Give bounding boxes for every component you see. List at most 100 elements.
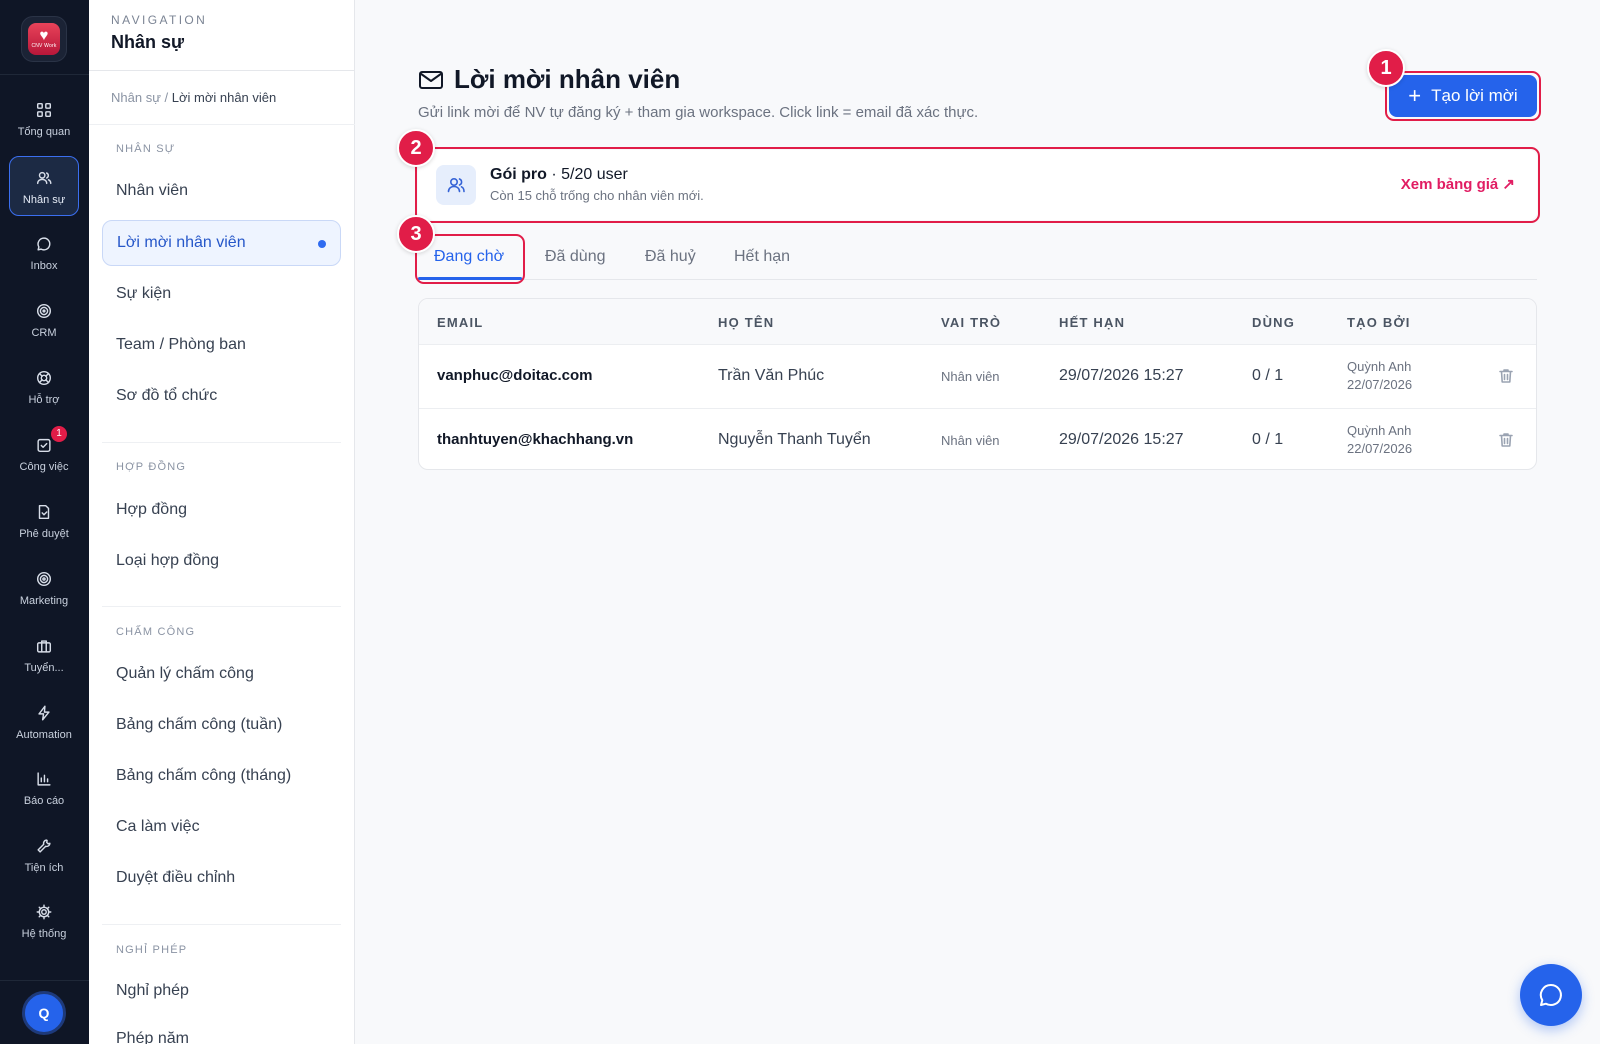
- rail-item-label: Hệ thống: [21, 927, 67, 940]
- created-by-date: 22/07/2026: [1347, 377, 1413, 392]
- rail-item-tien-ich[interactable]: Tiện ích: [9, 824, 79, 884]
- annotation-marker-3: 3: [397, 215, 435, 253]
- trash-icon[interactable]: [1497, 431, 1515, 449]
- divider: [102, 606, 341, 607]
- table-row[interactable]: thanhtuyen@khachhang.vn Nguyễn Thanh Tuy…: [419, 408, 1536, 469]
- sidebar-item-nghi-phep[interactable]: Nghỉ phép: [102, 968, 341, 1014]
- chat-fab-button[interactable]: [1520, 964, 1582, 1026]
- column-header-used: DÙNG: [1252, 315, 1296, 330]
- annotation-marker-1: 1: [1367, 49, 1405, 87]
- rail-item-phe-duyet[interactable]: Phê duyệt: [9, 490, 79, 550]
- sidebar-item-duyet-dieu-chinh[interactable]: Duyệt điều chỉnh: [102, 855, 341, 901]
- sidebar-header: NAVIGATION Nhân sự: [89, 0, 354, 71]
- gear-icon: [33, 901, 55, 923]
- highlight-box-2: [415, 147, 1540, 223]
- rail-item-inbox[interactable]: Inbox: [9, 222, 79, 282]
- section-title-nhan-su: NHÂN SỰ: [116, 143, 176, 155]
- target-icon: [33, 300, 55, 322]
- rail-item-label: Marketing: [19, 594, 69, 607]
- app-logo[interactable]: ♥ CNV Work: [21, 16, 67, 62]
- sidebar-item-so-do-to-chuc[interactable]: Sơ đồ tổ chức: [102, 373, 341, 419]
- rail-item-label: Tuyển...: [24, 661, 64, 674]
- sidebar-item-phep-nam[interactable]: Phép năm: [102, 1016, 341, 1044]
- active-dot: [318, 240, 326, 248]
- app-rail: ♥ CNV Work Tổng quan Nhân sự Inbox CRM H…: [0, 0, 89, 1044]
- cell-role: Nhân viên: [941, 433, 1000, 448]
- sidebar-eyebrow: NAVIGATION: [111, 13, 208, 27]
- rail-item-label: CRM: [31, 326, 57, 339]
- cell-name: Trần Văn Phúc: [718, 367, 825, 384]
- rail-item-nhan-su[interactable]: Nhân sự: [9, 156, 79, 216]
- breadcrumb-current: Lời mời nhân viên: [171, 90, 277, 105]
- logo-mark: ♥ CNV Work: [28, 23, 60, 55]
- task-icon: 1: [33, 425, 67, 456]
- cell-created-by: Quỳnh Anh 22/07/2026: [1347, 358, 1412, 394]
- trash-icon[interactable]: [1497, 367, 1515, 385]
- rail-item-he-thong[interactable]: Hệ thống: [9, 890, 79, 950]
- section-title-nghi-phep: NGHỈ PHÉP: [116, 944, 188, 956]
- page-title: Lời mời nhân viên: [418, 64, 680, 95]
- rail-item-label: Hỗ trợ: [28, 393, 60, 406]
- sidebar-item-ca-lam-viec[interactable]: Ca làm việc: [102, 804, 341, 850]
- sidebar-item-loi-moi-nhan-vien[interactable]: Lời mời nhân viên: [102, 220, 341, 266]
- breadcrumb-parent[interactable]: Nhân sự /: [111, 90, 168, 105]
- rail-item-label: Tiện ích: [24, 861, 64, 874]
- rail-item-bao-cao[interactable]: Báo cáo: [9, 757, 79, 817]
- main-content: Lời mời nhân viên Gửi link mời để NV tự …: [356, 0, 1600, 1044]
- radar-icon: [33, 568, 55, 590]
- tab-het-han[interactable]: Hết hạn: [734, 248, 790, 266]
- bar-chart-icon: [33, 768, 55, 790]
- cell-name: Nguyễn Thanh Tuyển: [718, 431, 871, 448]
- rail-item-automation[interactable]: Automation: [9, 691, 79, 751]
- cell-used: 0 / 1: [1252, 431, 1284, 448]
- cell-used: 0 / 1: [1252, 367, 1284, 384]
- column-header-role: VAI TRÒ: [941, 315, 1002, 330]
- sidebar-item-label: Lời mời nhân viên: [117, 234, 246, 251]
- tab-da-dung[interactable]: Đã dùng: [545, 248, 606, 266]
- rail-item-label: Inbox: [30, 259, 58, 272]
- table-header: EMAIL HỌ TÊN VAI TRÒ HẾT HẠN DÙNG TẠO BỞ…: [419, 299, 1536, 345]
- sidebar-item-bang-cham-cong-tuan[interactable]: Bảng chấm công (tuần): [102, 702, 341, 748]
- rail-divider: [0, 74, 89, 75]
- tab-da-huy[interactable]: Đã huỷ: [645, 248, 696, 266]
- table-row[interactable]: vanphuc@doitac.com Trần Văn Phúc Nhân vi…: [419, 345, 1536, 408]
- rail-item-label: Nhân sự: [22, 193, 66, 206]
- sidebar-item-nhan-vien[interactable]: Nhân viên: [102, 168, 341, 214]
- cell-email: thanhtuyen@khachhang.vn: [437, 431, 634, 448]
- rail-item-label: Công việc: [19, 460, 69, 473]
- breadcrumb: Nhân sự / Lời mời nhân viên: [111, 90, 276, 105]
- rail-item-label: Phê duyệt: [19, 527, 69, 540]
- invites-table: EMAIL HỌ TÊN VAI TRÒ HẾT HẠN DÙNG TẠO BỞ…: [418, 298, 1537, 470]
- briefcase-icon: [33, 635, 55, 657]
- sidebar-item-team-phong-ban[interactable]: Team / Phòng ban: [102, 322, 341, 368]
- rail-item-tong-quan[interactable]: Tổng quan: [9, 88, 79, 148]
- column-header-email: EMAIL: [437, 315, 484, 330]
- rail-item-cong-viec[interactable]: 1 Công việc: [9, 423, 79, 483]
- sidebar-item-bang-cham-cong-thang[interactable]: Bảng chấm công (tháng): [102, 753, 341, 799]
- logo-text: CNV Work: [31, 43, 57, 49]
- plus-icon: +: [1408, 83, 1422, 108]
- sidebar-title: Nhân sự: [111, 32, 185, 52]
- user-avatar[interactable]: Q: [22, 991, 66, 1035]
- column-header-name: HỌ TÊN: [718, 315, 775, 330]
- created-by-user: Quỳnh Anh: [1347, 359, 1412, 374]
- chat-icon: [33, 233, 55, 255]
- rail-item-marketing[interactable]: Marketing: [9, 557, 79, 617]
- sidebar-item-quan-ly-cham-cong[interactable]: Quản lý chấm công: [102, 651, 341, 697]
- created-by-user: Quỳnh Anh: [1347, 423, 1412, 438]
- cell-created-by: Quỳnh Anh 22/07/2026: [1347, 422, 1412, 458]
- users-icon: [33, 167, 55, 189]
- sidebar-item-hop-dong[interactable]: Hợp đồng: [102, 487, 341, 533]
- rail-item-tuyen-dung[interactable]: Tuyển...: [9, 624, 79, 684]
- divider: [102, 924, 341, 925]
- notification-badge: 1: [51, 425, 67, 442]
- rail-item-ho-tro[interactable]: Hỗ trợ: [9, 356, 79, 416]
- create-invite-button[interactable]: + Tạo lời mời: [1389, 75, 1537, 117]
- created-by-date: 22/07/2026: [1347, 441, 1413, 456]
- sidebar-item-loai-hop-dong[interactable]: Loại hợp đồng: [102, 538, 341, 584]
- cell-email: vanphuc@doitac.com: [437, 367, 593, 384]
- rail-item-crm[interactable]: CRM: [9, 289, 79, 349]
- bolt-icon: [33, 702, 55, 724]
- sidebar-item-su-kien[interactable]: Sự kiện: [102, 271, 341, 317]
- divider: [102, 442, 341, 443]
